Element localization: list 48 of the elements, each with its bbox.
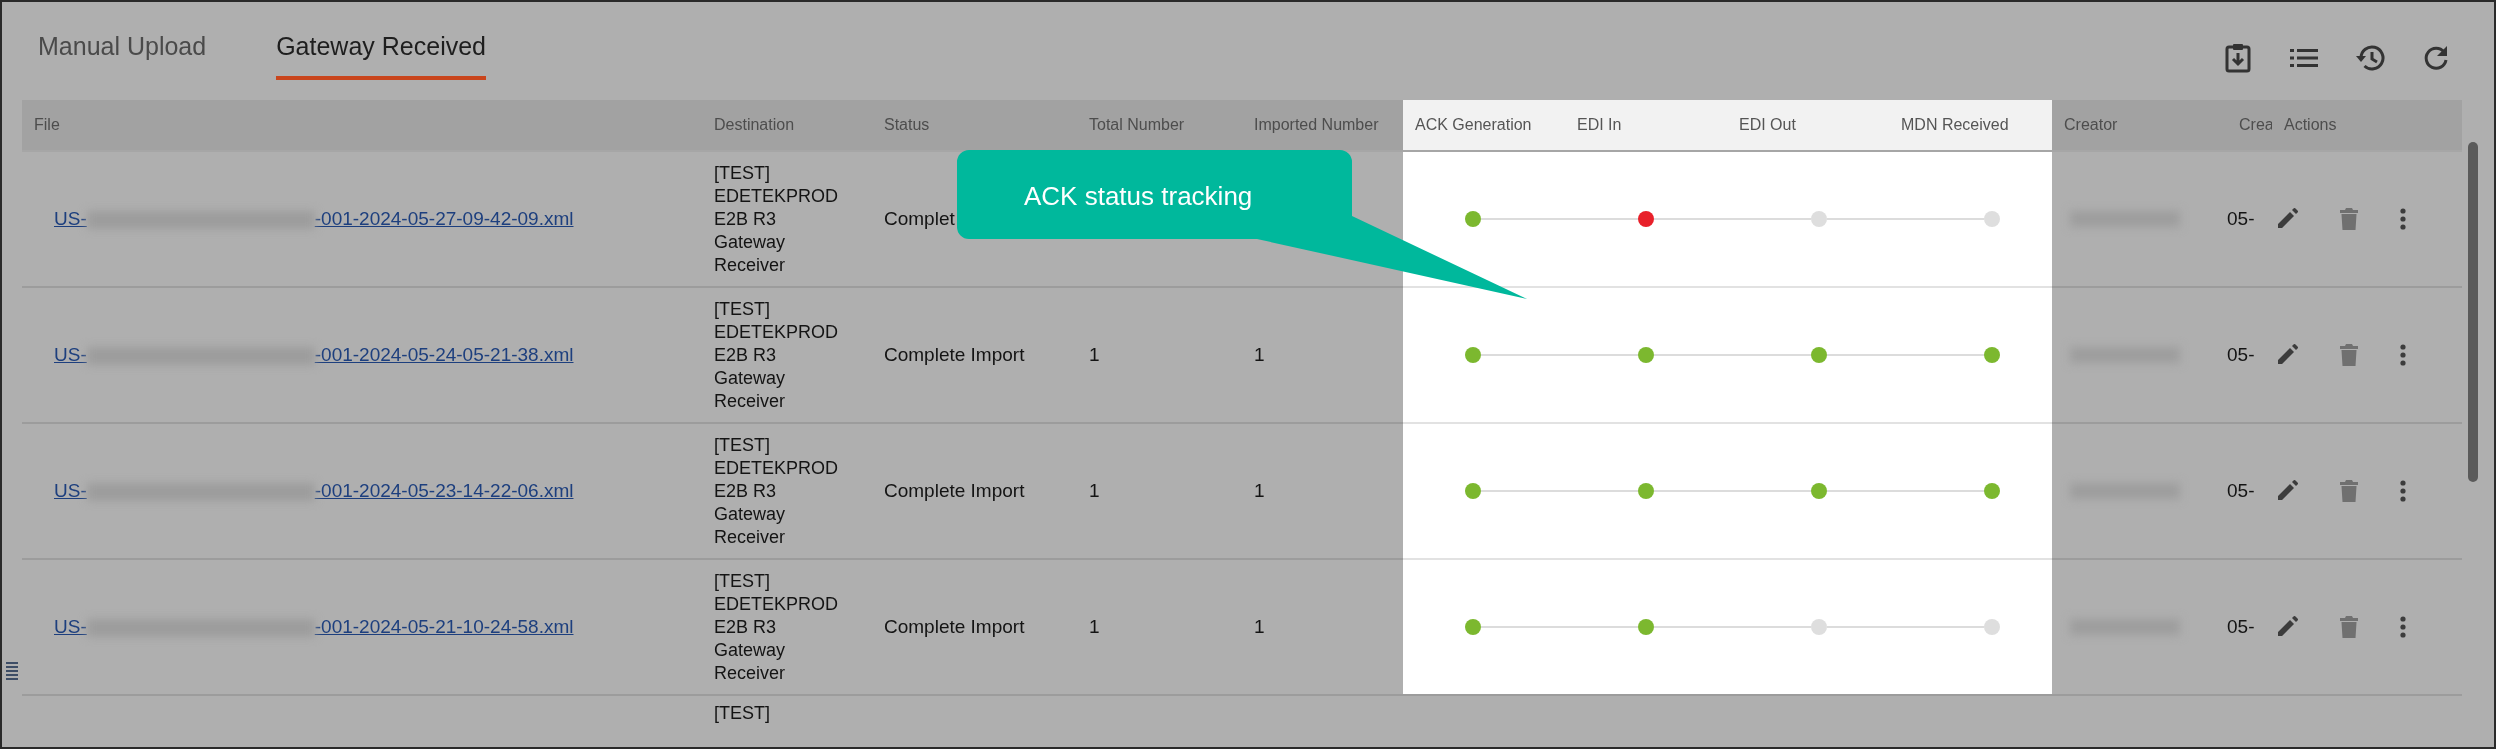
status-text: Complet: [884, 206, 955, 231]
created-date: 05-: [2227, 478, 2255, 503]
destination-text: [TEST] EDETEKPROD E2B R3 Gateway Receiver: [714, 161, 840, 277]
pencil-icon[interactable]: [2276, 480, 2298, 502]
file-link[interactable]: US- -001-2024-05-21-10-24-58.xml: [22, 612, 574, 642]
column-header: Actions: [2284, 115, 2337, 135]
status-text: Complete Import: [884, 614, 1025, 639]
destination-text: [TEST] EDETEKPROD E2B R3 Gateway Receiver: [714, 297, 840, 413]
column-header: Crea: [2239, 115, 2274, 135]
column-header: Total Number: [1089, 115, 1185, 135]
imported-number: 1: [1254, 478, 1265, 503]
status-text: Complete Import: [884, 478, 1025, 503]
more-options-icon[interactable]: [2400, 208, 2406, 230]
column-header: Destination: [714, 115, 795, 135]
column-header: Status: [884, 115, 930, 135]
column-header: MDN Received: [1901, 115, 2009, 135]
tab[interactable]: Manual Upload: [38, 2, 207, 80]
column-header: EDI Out: [1739, 115, 1796, 135]
destination-text: [TEST] EDETEKPROD E2B R3 Gateway Receiver: [714, 433, 840, 549]
created-date: 05-: [2227, 206, 2255, 231]
more-options-icon[interactable]: [2400, 344, 2406, 366]
tab[interactable]: Gateway Received: [276, 2, 486, 80]
callout-text: ACK status tracking: [1024, 180, 1253, 213]
imported-number: 1: [1254, 342, 1265, 367]
status-text: Complete Import: [884, 342, 1025, 367]
column-header: File: [34, 115, 60, 135]
created-date: 05-: [2227, 614, 2255, 639]
total-number: 1: [1089, 614, 1100, 639]
scrollbar-thumb[interactable]: [2468, 142, 2478, 482]
file-link[interactable]: US- -001-2024-05-27-09-42-09.xml: [22, 204, 574, 234]
pencil-icon[interactable]: [2276, 344, 2298, 366]
imported-number: 1: [1254, 614, 1265, 639]
destination-text: [TEST] EDETEKPROD E2B R3 Gateway Receiver: [714, 569, 840, 685]
column-header: ACK Generation: [1415, 115, 1532, 135]
column-header: EDI In: [1577, 115, 1622, 135]
file-link[interactable]: US- -001-2024-05-23-14-22-06.xml: [22, 476, 574, 506]
total-number: 1: [1089, 478, 1100, 503]
column-header: Creator: [2064, 115, 2118, 135]
more-options-icon[interactable]: [2400, 616, 2406, 638]
destination-text: [TEST]: [714, 702, 771, 725]
file-link[interactable]: US- -001-2024-05-24-05-21-38.xml: [22, 340, 574, 370]
column-header: Imported Number: [1254, 115, 1379, 135]
more-options-icon[interactable]: [2400, 480, 2406, 502]
total-number: 1: [1089, 342, 1100, 367]
drag-handle-icon[interactable]: [6, 662, 18, 682]
pencil-icon[interactable]: [2276, 208, 2298, 230]
pencil-icon[interactable]: [2276, 616, 2298, 638]
created-date: 05-: [2227, 342, 2255, 367]
